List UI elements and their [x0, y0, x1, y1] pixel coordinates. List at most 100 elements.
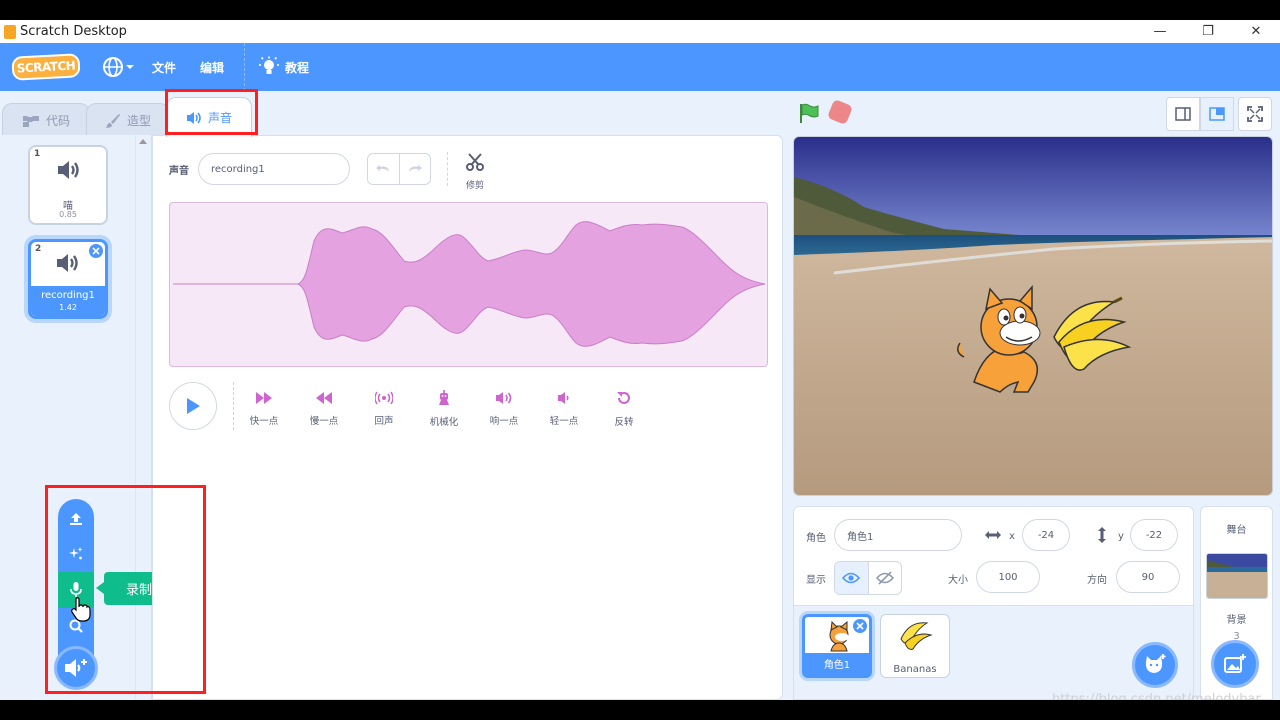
direction-label: 方向 [1087, 575, 1107, 586]
edit-menu[interactable]: 编辑 [200, 43, 224, 91]
sound-name-input[interactable]: recording1 [198, 153, 350, 185]
window-controls: — ❐ ✕ [1136, 20, 1280, 43]
tutorials-menu[interactable]: 教程 [259, 43, 309, 91]
effect-label: 轻一点 [549, 416, 579, 427]
sprite-name-label: 角色 [806, 533, 826, 544]
play-icon [187, 398, 200, 414]
y-arrows-icon [1098, 527, 1106, 543]
cat-plus-icon [1145, 654, 1166, 673]
stage-layout-buttons [1166, 97, 1272, 131]
scissors-icon [466, 153, 484, 171]
speaker-icon [186, 111, 201, 124]
trim-label: 修剪 [465, 181, 484, 191]
letterbox-bottom [0, 700, 1280, 720]
speaker-icon [58, 161, 79, 179]
menu-separator [244, 43, 246, 91]
tab-costumes-label: 造型 [126, 114, 151, 128]
normal-stage-button[interactable] [1200, 97, 1234, 131]
sound-number: 2 [35, 244, 42, 254]
choose-sprite-button[interactable] [1132, 642, 1178, 688]
effects-separator [233, 382, 234, 430]
y-input[interactable]: -22 [1130, 519, 1178, 551]
waveform-display[interactable] [169, 202, 768, 367]
fullscreen-button[interactable] [1238, 97, 1272, 131]
maximize-button[interactable]: ❐ [1184, 20, 1232, 43]
beach-thumbnail [1207, 554, 1267, 598]
lightbulb-icon [259, 56, 280, 74]
fullscreen-icon [1247, 106, 1263, 122]
stop-button[interactable] [826, 98, 854, 126]
trim-button[interactable]: 修剪 [463, 152, 487, 191]
tab-sounds[interactable]: 声音 [166, 97, 252, 137]
scratch-app: Scratch Desktop — ❐ ✕ SCRATCH 文件 编辑 教程 代… [0, 20, 1280, 700]
reverse-icon [617, 392, 630, 404]
file-menu[interactable]: 文件 [152, 43, 176, 91]
play-button[interactable] [169, 382, 217, 430]
effect-label: 响一点 [489, 416, 519, 427]
tab-code[interactable]: 代码 [2, 103, 90, 137]
eye-icon [842, 572, 861, 584]
effect-reverse-button[interactable]: 反转 [599, 390, 649, 428]
sprite-name-input[interactable]: 角色1 [834, 519, 962, 551]
surprise-sound-button[interactable] [58, 536, 94, 572]
window-title: Scratch Desktop [20, 24, 127, 39]
speaker-icon [57, 254, 78, 272]
upload-icon [70, 513, 82, 525]
scratch-logo[interactable]: SCRATCH [11, 53, 81, 81]
size-input[interactable]: 100 [976, 561, 1040, 593]
sound-item-meow[interactable]: 1 喵 0.85 [28, 145, 108, 225]
rewind-icon [316, 392, 332, 404]
show-sprite-button[interactable] [835, 562, 868, 594]
visibility-toggle [834, 561, 902, 595]
hand-cursor-icon [71, 597, 91, 622]
effect-faster-button[interactable]: 快一点 [239, 390, 289, 427]
tab-costumes[interactable]: 造型 [86, 103, 170, 137]
effect-label: 机械化 [429, 417, 459, 428]
banana-sprite-icon [900, 622, 933, 650]
minimize-button[interactable]: — [1136, 20, 1184, 43]
sprite-list: 角色1 Bananas [793, 606, 1194, 700]
sprite-thumb-bananas[interactable]: Bananas [880, 614, 950, 678]
choose-backdrop-button[interactable] [1211, 640, 1259, 688]
x-arrows-icon [985, 531, 1001, 539]
effect-label: 快一点 [249, 416, 279, 427]
effect-label: 回声 [374, 416, 394, 427]
effect-louder-button[interactable]: 响一点 [479, 390, 529, 427]
sprite-info-panel: 角色 角色1 x -24 y -22 显示 大小 100 方向 90 [793, 506, 1194, 606]
normal-stage-icon [1209, 107, 1225, 121]
small-stage-button[interactable] [1166, 97, 1200, 131]
delete-sound-button[interactable] [89, 244, 103, 258]
sparkle-icon [69, 547, 83, 560]
sprite-thumb-sprite1[interactable]: 角色1 [802, 614, 872, 678]
redo-button[interactable] [398, 154, 430, 184]
sound-editor: 声音 recording1 修剪 快一点 慢一点 回声 机械化 响一点 轻一点 … [152, 135, 783, 700]
x-label: x [1009, 531, 1015, 542]
volume-down-icon [558, 392, 569, 404]
green-flag-icon[interactable] [798, 102, 820, 124]
window-titlebar: Scratch Desktop — ❐ ✕ [0, 20, 1280, 43]
effect-softer-button[interactable]: 轻一点 [539, 390, 589, 427]
language-menu[interactable] [102, 43, 136, 91]
undo-button[interactable] [368, 154, 399, 184]
direction-input[interactable]: 90 [1116, 561, 1180, 593]
tutorials-label: 教程 [285, 60, 310, 75]
upload-sound-button[interactable] [58, 501, 94, 537]
effect-robot-button[interactable]: 机械化 [419, 390, 469, 428]
stage-controls [790, 97, 1280, 133]
add-sound-button[interactable] [54, 646, 98, 690]
scroll-up-arrow-icon[interactable] [139, 139, 147, 144]
letterbox-top [0, 0, 1280, 20]
sound-list-scrollbar[interactable] [135, 135, 151, 700]
delete-sprite-button[interactable] [853, 619, 867, 633]
hide-sprite-button[interactable] [867, 562, 901, 594]
undo-icon [376, 165, 390, 172]
close-button[interactable]: ✕ [1232, 20, 1280, 43]
watermark: https://blog.csdn.net/melodybar [1052, 692, 1261, 700]
sound-item-recording1[interactable]: 2 recording1 1.42 [28, 239, 108, 319]
sprite-name: Bananas [893, 664, 937, 675]
effect-slower-button[interactable]: 慢一点 [299, 390, 349, 427]
stage-canvas[interactable] [793, 136, 1273, 496]
x-input[interactable]: -24 [1022, 519, 1070, 551]
effect-echo-button[interactable]: 回声 [359, 390, 409, 427]
close-icon [856, 622, 864, 630]
